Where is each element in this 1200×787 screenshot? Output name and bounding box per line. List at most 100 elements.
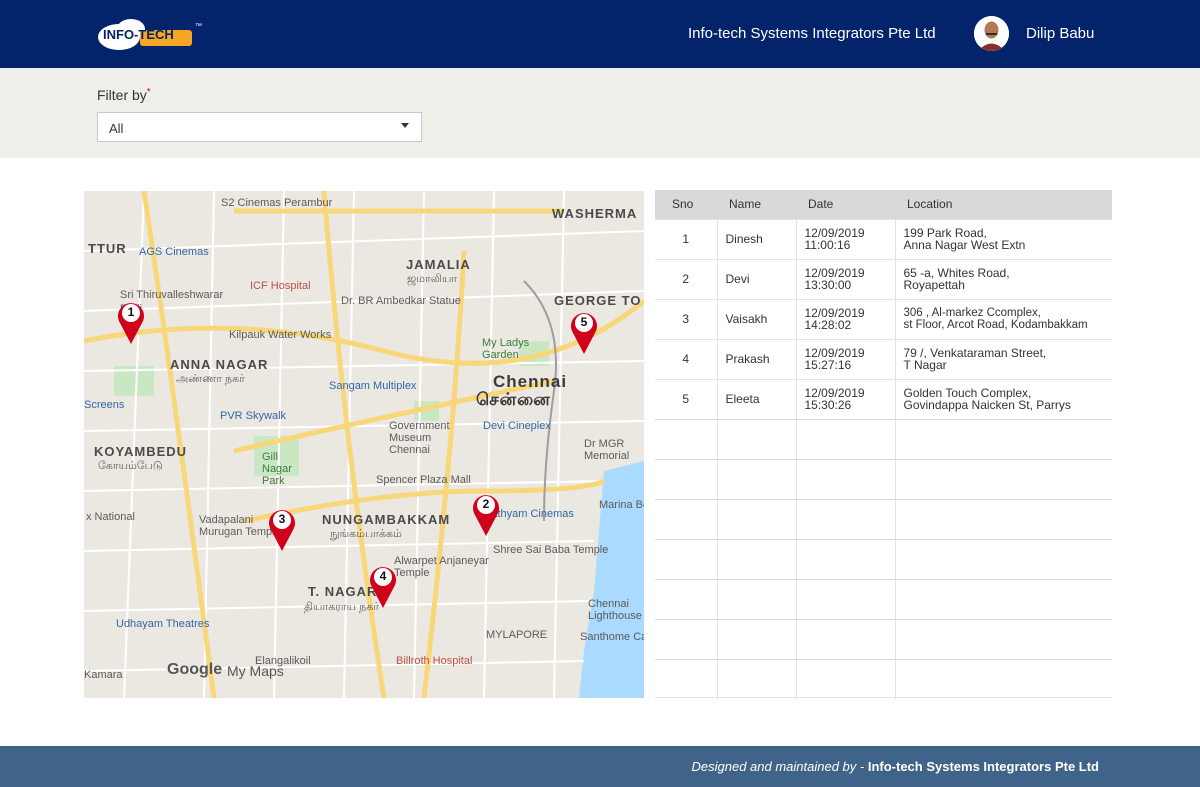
empty-cell [655,538,717,579]
map-poi-ladys: My Ladys Garden [482,337,530,361]
map-poi-saibaba: Shree Sai Baba Temple [493,544,609,556]
cell-date-time: 14:28:02 [804,318,852,332]
user-name[interactable]: Dilip Babu [1026,25,1094,42]
map-poi-marina: Marina Beach [599,499,644,511]
map-poi-kilpauk: Kilpauk Water Works [229,329,332,341]
map-label-george-town: GEORGE TO [554,293,642,308]
table-row[interactable]: 3 Vaisakh 12/09/2019 14:28:02 306 , Al-ma… [655,298,1112,339]
cell-sno: 2 [655,258,717,299]
map-label-nungambakkam-ta: நுங்கம்பாக்கம் [330,528,402,540]
empty-cell [716,618,796,659]
cell-location-line2: Anna Nagar West Extn [903,238,1026,252]
table-row[interactable]: 2 Devi 12/09/2019 13:30:00 65 -a, Whites … [655,258,1112,299]
map-pin[interactable]: 1 [116,299,146,345]
column-header-name[interactable]: Name [717,190,796,219]
empty-cell [655,498,717,539]
table-row[interactable]: 1 Dinesh 12/09/2019 11:00:16 199 Park Roa… [655,218,1112,259]
empty-cell [716,658,796,699]
empty-cell [716,578,796,619]
google-logo[interactable]: Google [167,661,222,679]
table-row[interactable]: 4 Prakash 12/09/2019 15:27:16 79 /, Venka… [655,338,1112,379]
map-label-ttur: TTUR [88,241,127,256]
empty-cell [655,618,717,659]
map-poi-ambedkar: Dr. BR Ambedkar Statue [341,295,461,307]
filter-bar: Filter by* All [0,68,1200,158]
cell-name: Vaisakh [716,298,796,339]
map-label-jamalia: JAMALIA [406,257,471,272]
map-label-nungambakkam: NUNGAMBAKKAM [322,512,451,527]
empty-cell [795,658,895,699]
map-label-chennai: Chennai [493,372,568,391]
pin-number: 4 [379,569,387,583]
map-poi-national: x National [86,511,135,523]
company-logo[interactable]: INFO-TECH ™ [97,17,203,51]
empty-cell [795,498,895,539]
required-mark: * [146,87,151,98]
map-pin[interactable]: 2 [471,491,501,537]
records-table: Sno Name Date Location 1 Dinesh 12/09/20… [655,190,1113,699]
empty-table-row [655,418,1112,459]
cell-location-line1: 306 , Al-markez Ccomplex, [903,307,1041,319]
avatar[interactable] [974,16,1009,51]
filter-label: Filter by* [97,87,151,103]
map-poi-billroth: Billroth Hospital [396,655,473,667]
empty-table-row [655,658,1112,699]
map-label-mylapore: MYLAPORE [486,629,548,641]
map-pin[interactable]: 5 [569,309,599,355]
map-pin[interactable]: 3 [267,506,297,552]
caret-down-icon [401,123,409,128]
column-header-date[interactable]: Date [796,190,895,219]
cell-name: Prakash [716,338,796,379]
empty-cell [894,498,1112,539]
pin-number: 3 [278,512,286,526]
map-poi-icf: ICF Hospital [250,280,311,292]
map-poi-lighthouse: Chennai Lighthouse [588,598,642,622]
empty-cell [894,618,1112,659]
footer: Designed and maintained by - Info-tech S… [0,746,1200,787]
map-poi-alwarpet: Alwarpet Anjaneyar Temple [394,555,489,579]
cell-location-line2: st Floor, Arcot Road, Kodambakkam [903,319,1088,331]
empty-cell [655,658,717,699]
cell-sno: 5 [655,378,717,419]
records-grid: Sno Name Date Location 1 Dinesh 12/09/20… [655,190,1112,699]
cell-location: 65 -a, Whites Road, Royapettah [894,258,1112,299]
cell-location: 306 , Al-markez Ccomplex, st Floor, Arcot… [894,298,1112,339]
map-poi-ags: AGS Cinemas [139,246,209,258]
column-header-sno[interactable]: Sno [655,190,717,219]
empty-cell [894,458,1112,499]
cell-date: 12/09/2019 15:27:16 [795,338,895,379]
map-poi-museum: Government Museum Chennai [389,420,450,456]
top-header: INFO-TECH ™ Info-tech Systems Integrator… [0,0,1200,68]
cell-location: Golden Touch Complex, Govindappa Naicken … [894,378,1112,419]
footer-org[interactable]: Info-tech Systems Integrators Pte Ltd [868,759,1099,774]
cell-location-line2: Royapettah [903,278,965,292]
map-label-washerman: WASHERMA [552,206,638,221]
empty-cell [894,578,1112,619]
map-view[interactable]: ANNA NAGAR அண்ணா நகர் JAMALIA ஜமாலியா Ch… [84,191,644,698]
filter-select[interactable]: All [97,112,422,142]
cell-date-time: 11:00:16 [804,238,851,252]
column-header-location[interactable]: Location [895,190,1112,219]
map-label-t-nagar: T. NAGAR [308,584,378,599]
cell-sno: 1 [655,218,717,259]
cell-sno: 3 [655,298,717,339]
table-row[interactable]: 5 Eleeta 12/09/2019 15:30:26 Golden Touch… [655,378,1112,419]
map-label-anna-nagar: ANNA NAGAR [170,357,269,372]
footer-credit: Designed and maintained by - Info-tech S… [692,759,1100,774]
my-maps-label: My Maps [227,663,284,679]
empty-cell [795,618,895,659]
pin-number: 2 [482,497,490,511]
map-pin[interactable]: 4 [368,563,398,609]
empty-table-row [655,538,1112,579]
empty-cell [655,578,717,619]
cell-date: 12/09/2019 13:30:00 [795,258,895,299]
footer-prefix: Designed and maintained by - [691,759,868,774]
cell-date: 12/09/2019 11:00:16 [795,218,895,259]
cell-name: Devi [716,258,796,299]
empty-cell [716,418,796,459]
logo-text: INFO-TECH [103,27,174,42]
filter-select-value: All [109,121,124,136]
cell-location-line2: Govindappa Naicken St, Parrys [903,398,1071,412]
map-poi-gill: Gill Nagar Park [262,451,292,487]
map-poi-mgr: Dr MGR Memorial [584,438,630,462]
